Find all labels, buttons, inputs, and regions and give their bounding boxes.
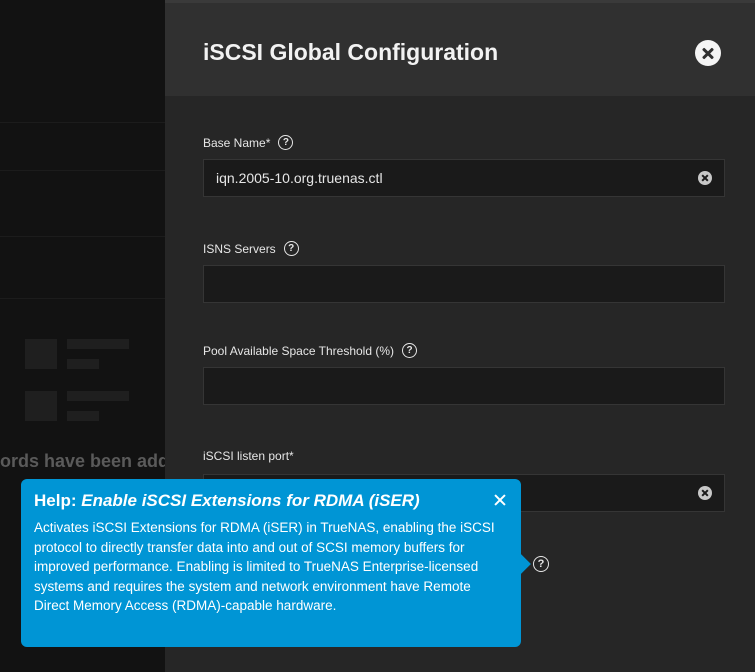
bg-placeholder-line: [67, 411, 99, 421]
help-icon[interactable]: ?: [278, 135, 294, 150]
base-name-input[interactable]: iqn.2005-10.org.truenas.ctl: [203, 159, 725, 197]
required-mark: *: [289, 449, 294, 463]
base-name-label: Base Name * ?: [203, 135, 294, 150]
isns-servers-label-text: ISNS Servers: [203, 241, 276, 256]
bg-divider: [0, 298, 165, 299]
clear-icon[interactable]: [698, 486, 712, 500]
tooltip-body: Activates iSCSI Extensions for RDMA (iSE…: [34, 520, 495, 613]
close-panel-icon[interactable]: [695, 40, 721, 66]
help-icon[interactable]: ?: [402, 343, 418, 358]
bg-placeholder-icon: [25, 339, 57, 369]
listen-port-label-text: iSCSI listen port: [203, 449, 290, 463]
bg-empty-message: ords have been adde: [0, 451, 180, 471]
iser-help-icon[interactable]: ?: [533, 556, 549, 572]
isns-servers-input[interactable]: [203, 265, 725, 303]
help-icon[interactable]: ?: [283, 241, 299, 256]
listen-port-label: iSCSI listen port *: [203, 449, 294, 463]
base-name-label-text: Base Name: [203, 135, 266, 150]
bg-placeholder-icon: [25, 391, 57, 421]
pool-threshold-label: Pool Available Space Threshold (%) ?: [203, 343, 418, 358]
bg-divider: [0, 236, 165, 237]
help-tooltip: Help: Enable iSCSI Extensions for RDMA (…: [21, 479, 521, 647]
isns-servers-label: ISNS Servers ?: [203, 241, 299, 256]
bg-placeholder-line: [67, 391, 129, 401]
panel-title: iSCSI Global Configuration: [203, 39, 499, 65]
panel-header: iSCSI Global Configuration: [165, 0, 755, 96]
tooltip-title-prefix: Help:: [34, 491, 82, 510]
clear-icon[interactable]: [698, 171, 712, 185]
tooltip-title: Help: Enable iSCSI Extensions for RDMA (…: [34, 490, 508, 512]
bg-placeholder-line: [67, 339, 129, 349]
bg-divider: [0, 122, 165, 123]
pool-threshold-input[interactable]: [203, 367, 725, 405]
bg-placeholder-line: [67, 359, 99, 369]
tooltip-title-text: Enable iSCSI Extensions for RDMA (iSER): [81, 491, 420, 510]
base-name-value: iqn.2005-10.org.truenas.ctl: [216, 170, 383, 186]
tooltip-close-icon[interactable]: [493, 493, 507, 507]
required-mark: *: [265, 135, 271, 150]
pool-threshold-label-text: Pool Available Space Threshold (%): [203, 343, 395, 358]
bg-divider: [0, 170, 165, 171]
